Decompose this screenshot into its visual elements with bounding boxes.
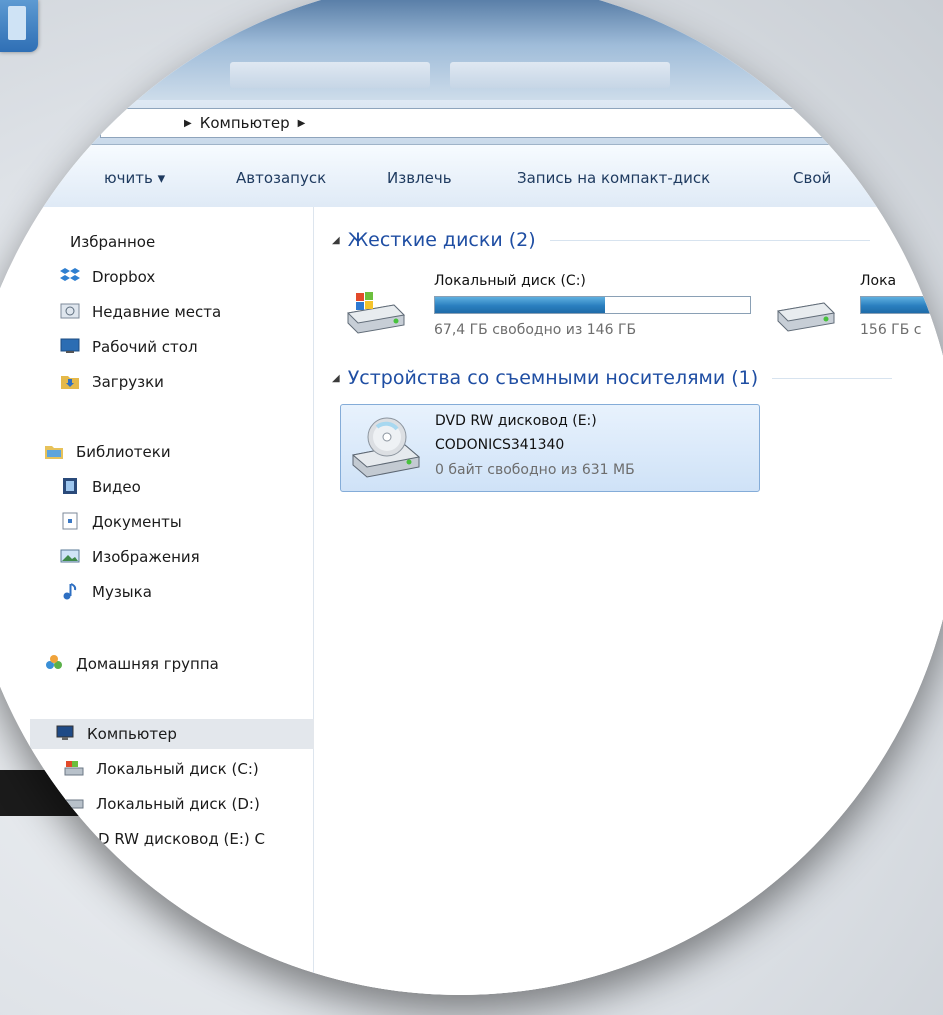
nav-pictures-label: Изображения [92, 548, 200, 566]
content-pane: ◢ Жесткие диски (2) Локальный диск (C:) … [314, 207, 943, 995]
desktop-icon [60, 337, 82, 357]
group-divider [549, 239, 870, 241]
group-removable[interactable]: ◢ Устройства со съемными носителями (1) [332, 367, 893, 389]
breadcrumb-computer[interactable]: Компьютер [200, 114, 290, 132]
drive-d-free-space: 156 ГБ с [860, 322, 922, 338]
nav-documents[interactable]: Документы [60, 507, 182, 537]
blurred-tab [450, 62, 670, 88]
nav-disk-d-label: Локальный диск (D:) [96, 795, 260, 813]
nav-favorites[interactable]: Избранное [70, 227, 155, 257]
group-hard-disks[interactable]: ◢ Жесткие диски (2) [332, 229, 870, 251]
title-bar [0, 0, 943, 100]
breadcrumb-arrow-icon[interactable]: ▶ [298, 118, 306, 129]
drive-d-usage-bar [860, 296, 943, 314]
nav-desktop-label: Рабочий стол [92, 338, 198, 356]
nav-homegroup-label: Домашняя группа [76, 655, 219, 673]
nav-video-label: Видео [92, 478, 141, 496]
command-bar: ючить ▾ Автозапуск Извлечь Запись на ком… [0, 145, 943, 208]
dvd-drive-name: DVD RW дисковод (E:) [435, 413, 597, 429]
dvd-volume-label: CODONICS341340 [435, 437, 565, 453]
documents-icon [60, 512, 82, 532]
hard-drive-icon [64, 794, 86, 814]
dvd-drive-icon [347, 415, 427, 481]
drive-c-icon[interactable] [344, 287, 406, 337]
autorun-button[interactable]: Автозапуск [236, 169, 326, 187]
dropbox-icon [60, 267, 82, 287]
group-divider [772, 377, 893, 379]
nav-computer-label: Компьютер [87, 725, 177, 743]
nav-disk-d[interactable]: Локальный диск (D:) [64, 789, 260, 819]
blurred-tab [230, 62, 430, 88]
magnifier-circle: ▶ Компьютер ▶ ючить ▾ Автозапуск Извлечь… [0, 0, 943, 995]
video-icon [60, 477, 82, 497]
nav-music-label: Музыка [92, 583, 152, 601]
nav-downloads[interactable]: Загрузки [60, 367, 164, 397]
nav-homegroup[interactable]: Домашняя группа [44, 649, 219, 679]
nav-recent-label: Недавние места [92, 303, 222, 321]
drive-c-name[interactable]: Локальный диск (C:) [434, 273, 586, 289]
dvd-free-space: 0 байт свободно из 631 МБ [435, 462, 635, 478]
drive-d-usage-fill [861, 297, 943, 313]
nav-pictures[interactable]: Изображения [60, 542, 200, 572]
address-field[interactable]: ▶ Компьютер ▶ [100, 108, 843, 138]
navigation-pane: Избранное Dropbox Недавние места Рабочий… [0, 207, 338, 995]
breadcrumb-arrow-icon[interactable]: ▶ [184, 118, 192, 129]
burn-button[interactable]: Запись на компакт-диск [517, 169, 710, 187]
organize-button[interactable]: ючить ▾ [104, 169, 165, 187]
drive-c-usage-fill [435, 297, 606, 313]
nav-dropbox[interactable]: Dropbox [60, 262, 155, 292]
nav-music[interactable]: Музыка [60, 577, 152, 607]
nav-dvd-label: D RW дисковод (E:) C [98, 830, 265, 848]
address-bar: ▶ Компьютер ▶ [0, 100, 943, 145]
nav-dropbox-label: Dropbox [92, 268, 156, 286]
drive-c-free-space: 67,4 ГБ свободно из 146 ГБ [434, 322, 637, 338]
group-removable-label: Устройства со съемными носителями (1) [347, 367, 759, 389]
group-hard-disks-label: Жесткие диски (2) [347, 229, 536, 251]
homegroup-icon [44, 654, 66, 674]
nav-documents-label: Документы [92, 513, 182, 531]
nav-favorites-label: Избранное [70, 233, 156, 251]
libraries-icon [44, 442, 66, 462]
nav-video[interactable]: Видео [60, 472, 141, 502]
nav-computer[interactable]: Компьютер [30, 719, 338, 749]
pictures-icon [60, 547, 82, 567]
drive-d-icon[interactable] [774, 291, 836, 335]
nav-libraries[interactable]: Библиотеки [44, 437, 171, 467]
drive-d-name[interactable]: Лока [860, 273, 896, 289]
music-note-icon [60, 582, 82, 602]
collapse-triangle-icon[interactable]: ◢ [332, 235, 340, 246]
nav-desktop[interactable]: Рабочий стол [60, 332, 198, 362]
properties-button[interactable]: Свой [793, 169, 831, 187]
recent-places-icon [60, 302, 82, 322]
nav-disk-c-label: Локальный диск (C:) [96, 760, 259, 778]
downloads-folder-icon [60, 372, 82, 392]
system-drive-icon [64, 759, 86, 779]
nav-disk-c[interactable]: Локальный диск (C:) [64, 754, 259, 784]
nav-dvd[interactable]: D RW дисковод (E:) C [98, 824, 265, 854]
nav-libraries-label: Библиотеки [76, 443, 171, 461]
dvd-drive-tile[interactable]: DVD RW дисковод (E:) CODONICS341340 0 ба… [340, 404, 760, 492]
nav-recent[interactable]: Недавние места [60, 297, 221, 327]
explorer-window: ▶ Компьютер ▶ ючить ▾ Автозапуск Извлечь… [0, 0, 943, 995]
drive-c-usage-bar [434, 296, 751, 314]
eject-button[interactable]: Извлечь [387, 169, 452, 187]
collapse-triangle-icon[interactable]: ◢ [332, 373, 340, 384]
computer-icon [55, 724, 77, 744]
nav-downloads-label: Загрузки [92, 373, 164, 391]
